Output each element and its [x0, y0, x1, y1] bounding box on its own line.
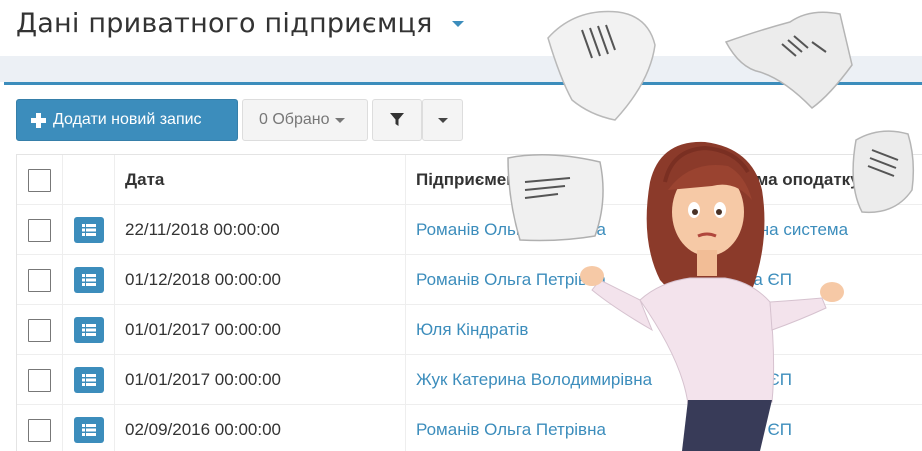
row-details-button[interactable]: [73, 267, 104, 293]
table-row: 01/12/2018 00:00:00 Романів Ольга Петрів…: [17, 255, 922, 305]
column-header-tax-system[interactable]: Система оподаткування: [696, 155, 922, 205]
row-tax-system-link[interactable]: Загальна система: [696, 205, 922, 255]
filter-icon: [390, 113, 404, 126]
row-icon-cell: [63, 355, 115, 405]
records-table: Дата Підприємець Система оподаткування 2…: [16, 154, 922, 451]
icon-column-header: [63, 155, 115, 205]
row-date: 22/11/2018 00:00:00: [115, 205, 406, 255]
caret-down-icon: [335, 117, 346, 123]
select-all-checkbox[interactable]: [28, 168, 51, 192]
table-row: 02/09/2016 00:00:00 Романів Ольга Петрів…: [17, 405, 922, 451]
row-checkbox[interactable]: [28, 318, 51, 342]
row-checkbox[interactable]: [28, 368, 51, 392]
row-entrepreneur-link[interactable]: Жук Катерина Володимирівна: [406, 355, 696, 405]
table-row: 01/01/2017 00:00:00 Юля Кіндратів: [17, 305, 922, 355]
list-icon: [81, 274, 96, 286]
row-check-cell: [17, 405, 63, 451]
column-header-date[interactable]: Дата: [115, 155, 406, 205]
row-entrepreneur-link[interactable]: Романів Ольга Петрівна: [406, 255, 696, 305]
row-tax-system-link[interactable]: 3 група ЄП: [696, 355, 922, 405]
row-check-cell: [17, 255, 63, 305]
row-checkbox[interactable]: [28, 418, 51, 442]
row-check-cell: [17, 355, 63, 405]
list-icon: [81, 224, 96, 236]
row-details-button[interactable]: [73, 417, 104, 443]
list-icon: [81, 324, 96, 336]
list-icon: [81, 424, 96, 436]
row-checkbox[interactable]: [28, 218, 51, 242]
table-header-row: Дата Підприємець Система оподаткування: [17, 155, 922, 205]
row-details-button[interactable]: [73, 317, 104, 343]
selected-count-button[interactable]: 0 Обрано: [242, 99, 368, 141]
row-date: 01/12/2018 00:00:00: [115, 255, 406, 305]
add-record-label: Додати новий запис: [53, 111, 202, 128]
list-icon: [81, 374, 96, 386]
row-check-cell: [17, 205, 63, 255]
page-header: Дані приватного підприємця: [0, 0, 922, 56]
row-tax-system-link[interactable]: [696, 305, 922, 355]
caret-down-icon: [437, 117, 448, 123]
row-date: 01/01/2017 00:00:00: [115, 355, 406, 405]
selected-count-label: 0 Обрано: [259, 111, 330, 128]
row-icon-cell: [63, 205, 115, 255]
row-entrepreneur-link[interactable]: Романів Ольга Петрівна: [406, 205, 696, 255]
add-record-button[interactable]: Додати новий запис: [16, 99, 238, 141]
plus-icon: [31, 112, 46, 128]
row-icon-cell: [63, 255, 115, 305]
row-check-cell: [17, 305, 63, 355]
row-details-button[interactable]: [73, 217, 104, 243]
select-all-cell: [17, 155, 63, 205]
row-details-button[interactable]: [73, 367, 104, 393]
row-date: 01/01/2017 00:00:00: [115, 305, 406, 355]
row-entrepreneur-link[interactable]: Юля Кіндратів: [406, 305, 696, 355]
filter-dropdown-button[interactable]: [422, 99, 463, 141]
column-header-entrepreneur[interactable]: Підприємець: [406, 155, 696, 205]
table-row: 01/01/2017 00:00:00 Жук Катерина Володим…: [17, 355, 922, 405]
row-tax-system-link[interactable]: 3 група ЄП: [696, 255, 922, 305]
table-row: 22/11/2018 00:00:00 Романів Ольга Петрів…: [17, 205, 922, 255]
row-icon-cell: [63, 305, 115, 355]
filter-button[interactable]: [372, 99, 422, 141]
chevron-down-icon[interactable]: [452, 21, 464, 27]
row-icon-cell: [63, 405, 115, 451]
row-entrepreneur-link[interactable]: Романів Ольга Петрівна: [406, 405, 696, 451]
content-background: [0, 56, 922, 82]
page-title: Дані приватного підприємця: [16, 8, 433, 39]
row-date: 02/09/2016 00:00:00: [115, 405, 406, 451]
row-checkbox[interactable]: [28, 268, 51, 292]
row-tax-system-link[interactable]: 3 група ЄП: [696, 405, 922, 451]
